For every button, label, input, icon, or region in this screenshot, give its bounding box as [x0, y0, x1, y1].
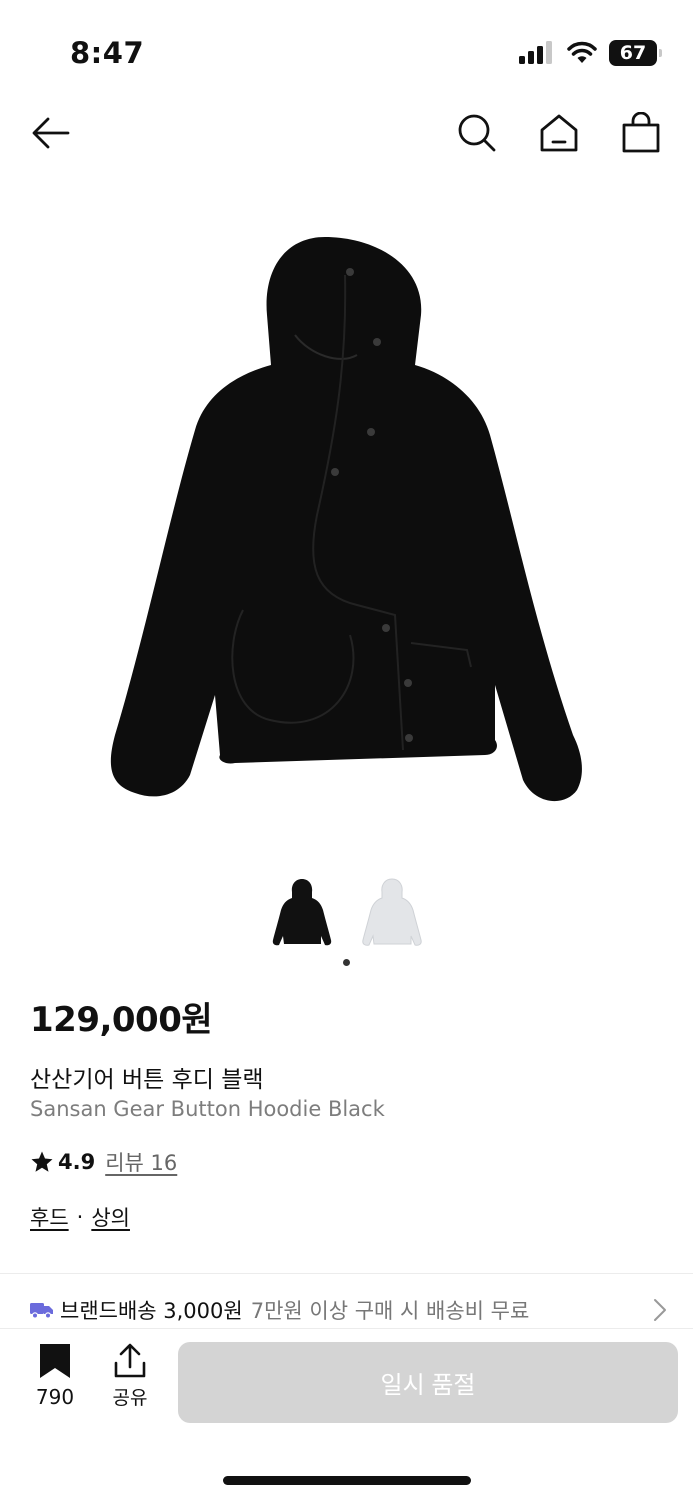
battery-tip	[659, 49, 662, 57]
rating-score: 4.9	[58, 1150, 96, 1174]
product-name-korean: 산산기어 버튼 후디 블랙	[30, 1067, 264, 1093]
free-shipping-note: 7만원 이상 구매 시 배송비 무료	[250, 1299, 530, 1323]
carousel-indicator-dot	[343, 959, 350, 966]
wifi-icon	[567, 41, 597, 63]
category-breadcrumb: 후드 · 상의	[30, 1202, 130, 1232]
arrow-left-icon[interactable]	[30, 112, 72, 154]
shipping-fee-label: 브랜드배송 3,000원	[60, 1299, 243, 1323]
share-button[interactable]: 공유	[100, 1343, 160, 1410]
sold-out-button[interactable]: 일시 품절	[178, 1342, 678, 1423]
thumbnail-grey[interactable]	[361, 876, 423, 950]
battery-indicator: 67	[609, 40, 662, 66]
status-time: 8:47	[70, 36, 145, 70]
shipping-info-row[interactable]: 브랜드배송 3,000원 7만원 이상 구매 시 배송비 무료	[30, 1292, 670, 1328]
status-icons: 67	[519, 40, 662, 66]
chevron-right-icon	[654, 1299, 666, 1321]
shopping-bag-icon[interactable]	[620, 112, 662, 154]
star-icon	[31, 1151, 53, 1172]
image-thumbnails	[0, 876, 693, 950]
share-icon	[114, 1343, 146, 1378]
cellular-signal-icon	[519, 41, 552, 64]
product-price: 129,000원	[30, 1000, 213, 1040]
search-icon[interactable]	[456, 112, 498, 154]
status-bar: 8:47 67	[0, 0, 693, 100]
home-indicator	[223, 1476, 471, 1485]
delivery-truck-icon	[30, 1303, 53, 1319]
top-nav-bar	[0, 100, 693, 166]
home-icon[interactable]	[538, 112, 580, 154]
battery-level: 67	[619, 42, 647, 64]
bookmark-icon	[40, 1344, 70, 1378]
bookmark-count: 790	[35, 1385, 75, 1409]
product-name-english: Sansan Gear Button Hoodie Black	[30, 1097, 385, 1121]
bookmark-button[interactable]: 790	[24, 1343, 86, 1409]
category-link-top[interactable]: 상의	[91, 1202, 130, 1232]
review-count-link[interactable]: 리뷰 16	[105, 1147, 177, 1177]
category-separator: ·	[76, 1205, 84, 1229]
product-image[interactable]	[95, 215, 595, 825]
share-label: 공유	[112, 1387, 148, 1409]
bottom-action-bar: 790 공유 일시 품절	[0, 1328, 693, 1500]
section-divider	[0, 1273, 693, 1274]
category-link-hood[interactable]: 후드	[30, 1202, 69, 1232]
product-rating: 4.9 리뷰 16	[30, 1147, 177, 1177]
thumbnail-black[interactable]	[271, 876, 333, 950]
